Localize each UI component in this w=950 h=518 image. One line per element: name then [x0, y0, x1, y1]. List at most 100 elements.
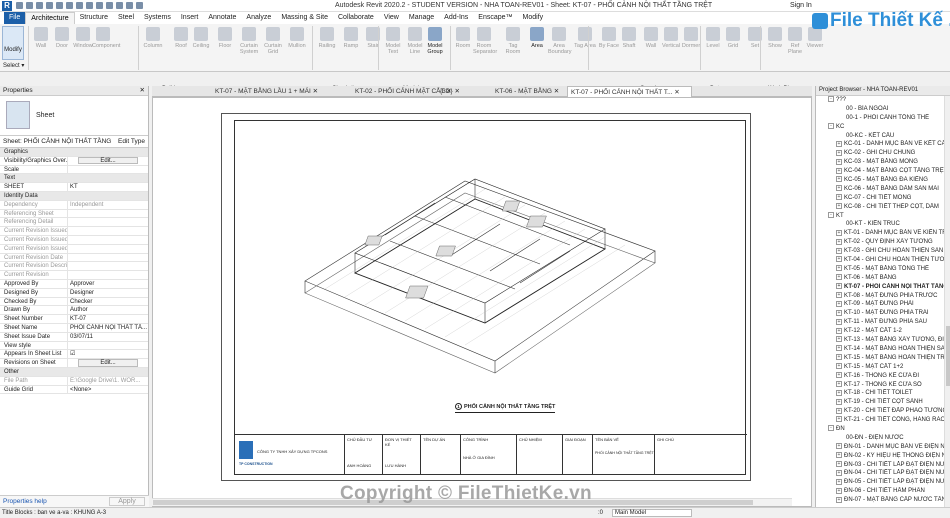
expand-icon[interactable]: +	[836, 274, 842, 281]
expand-icon[interactable]: +	[836, 416, 842, 423]
browser-item[interactable]: 00-KC - KẾT CẤU	[816, 132, 944, 141]
property-value[interactable]: Designer	[68, 289, 148, 297]
ribbon-tab-architecture[interactable]: Architecture	[25, 12, 75, 24]
ribbon-button-room[interactable]: Room	[452, 27, 474, 49]
property-value[interactable]: ☑	[68, 350, 148, 358]
expand-icon[interactable]: +	[836, 460, 842, 467]
browser-item[interactable]: - ĐN	[816, 425, 944, 434]
ribbon-button-roof[interactable]: Roof	[170, 27, 192, 49]
ribbon-button-ramp[interactable]: Ramp	[340, 27, 362, 49]
property-value[interactable]: Edit...	[68, 359, 148, 367]
close-icon[interactable]: ✕	[673, 89, 679, 96]
view-title[interactable]: 1 PHỐI CẢNH NỘI THẤT TẦNG TRỆT	[455, 403, 555, 413]
expand-icon[interactable]: +	[836, 140, 842, 147]
browser-item[interactable]: + KT-15 - MẶT CẮT 1+2	[816, 363, 944, 372]
measure-icon[interactable]	[66, 2, 73, 9]
ribbon-button-grid[interactable]: Grid	[722, 27, 744, 49]
property-row[interactable]: Referencing Sheet	[0, 209, 148, 219]
browser-item[interactable]: + KT-03 - GHI CHÚ HOÀN THIỆN SÀN	[816, 247, 944, 256]
expand-icon[interactable]: +	[836, 309, 842, 316]
ribbon-tab-modify[interactable]: Modify	[518, 12, 549, 24]
browser-item[interactable]: + KC-07 - CHI TIẾT MÓNG	[816, 194, 944, 203]
property-row[interactable]: Sheet Name PHỐI CẢNH NỘI THẤT TẦ...	[0, 323, 148, 333]
title-block[interactable]: TP CONSTRUCTION CÔNG TY TNHH XÂY DỰNG TP…	[235, 434, 747, 475]
property-row[interactable]: Current Revision Issued	[0, 227, 148, 236]
property-row[interactable]: Sheet Issue Date 03/07/11	[0, 332, 148, 342]
expand-icon[interactable]: +	[836, 194, 842, 201]
edit-button[interactable]: Edit...	[78, 156, 138, 165]
property-row[interactable]: Approved By Approver	[0, 279, 148, 289]
expand-icon[interactable]: +	[836, 354, 842, 361]
thin-lines-icon[interactable]	[106, 2, 113, 9]
ribbon-button-ref-plane[interactable]: Ref Plane	[784, 27, 806, 55]
property-value[interactable]	[68, 166, 148, 174]
browser-item[interactable]: + KT-13 - MẶT BẰNG XÂY TƯỜNG, ĐI	[816, 336, 944, 345]
open-icon[interactable]	[16, 2, 23, 9]
browser-item[interactable]: + ĐN-04 - CHI TIẾT LẮP ĐẶT ĐIỆN NƯỚC	[816, 469, 944, 478]
property-value[interactable]: <None>	[68, 386, 148, 394]
ribbon-tab-insert[interactable]: Insert	[176, 12, 204, 24]
ribbon-button-shaft[interactable]: Shaft	[618, 27, 640, 49]
browser-item[interactable]: + KT-04 - GHI CHÚ HOÀN THIỆN TƯỜNG	[816, 256, 944, 265]
ribbon-button-stair[interactable]: Stair	[362, 27, 384, 49]
property-row[interactable]: Scale	[0, 165, 148, 175]
property-row[interactable]: Referencing Detail	[0, 218, 148, 228]
browser-item[interactable]: - KC	[816, 123, 944, 132]
ribbon-tab-collaborate[interactable]: Collaborate	[333, 12, 379, 24]
close-hidden-icon[interactable]	[116, 2, 123, 9]
expand-icon[interactable]: +	[836, 265, 842, 272]
expand-icon[interactable]: +	[836, 149, 842, 156]
ribbon-tab-analyze[interactable]: Analyze	[241, 12, 276, 24]
expand-icon[interactable]: +	[836, 292, 842, 299]
scroll-thumb[interactable]	[946, 326, 950, 386]
property-value[interactable]	[68, 236, 148, 244]
ribbon-tab-view[interactable]: View	[379, 12, 404, 24]
properties-help-link[interactable]: Properties help	[3, 498, 47, 505]
browser-item[interactable]: + ĐN-05 - CHI TIẾT LẮP ĐẶT ĐIỆN NƯỚC	[816, 478, 944, 487]
expand-icon[interactable]: +	[836, 185, 842, 192]
expand-icon[interactable]: +	[836, 176, 842, 183]
ribbon-tab-steel[interactable]: Steel	[113, 12, 139, 24]
ribbon-button-curtain-system[interactable]: Curtain System	[238, 27, 260, 55]
ribbon-button-column[interactable]: Column	[142, 27, 164, 49]
property-row[interactable]: Drawn By Author	[0, 306, 148, 316]
expand-icon[interactable]: +	[836, 327, 842, 334]
ribbon-button-set[interactable]: Set	[744, 27, 766, 49]
browser-item[interactable]: + KT-02 - QUY ĐỊNH XÂY TƯỜNG	[816, 238, 944, 247]
property-value[interactable]: 03/07/11	[68, 333, 148, 341]
view-tab[interactable]: KT-06 - MẶT BẰNG ✕	[492, 86, 567, 97]
expand-icon[interactable]: +	[836, 452, 842, 459]
ribbon-tab-massing-site[interactable]: Massing & Site	[276, 12, 333, 24]
ribbon-tab-systems[interactable]: Systems	[139, 12, 176, 24]
browser-item[interactable]: 00 - BÌA NGOÀI	[816, 105, 944, 114]
expand-icon[interactable]: +	[836, 167, 842, 174]
expand-icon[interactable]: +	[836, 318, 842, 325]
property-group[interactable]: Identity Data	[0, 191, 148, 201]
browser-item[interactable]: + KT-08 - MẶT ĐỨNG PHÍA TRƯỚC	[816, 292, 944, 301]
expand-icon[interactable]: +	[836, 203, 842, 210]
property-row[interactable]: File Path E:\Google Drive\1. WOR...	[0, 376, 148, 386]
browser-item[interactable]: + KT-11 - MẶT ĐỨNG PHÍA SAU	[816, 318, 944, 327]
property-value[interactable]	[68, 342, 148, 350]
browser-item[interactable]: + KT-05 - MẶT BẰNG TỔNG THỂ	[816, 265, 944, 274]
undo-icon[interactable]	[36, 2, 43, 9]
expand-icon[interactable]: +	[836, 478, 842, 485]
expand-icon[interactable]: +	[836, 389, 842, 396]
property-row[interactable]: Designed By Designer	[0, 288, 148, 298]
property-value[interactable]: PHỐI CẢNH NỘI THẤT TẦ...	[68, 324, 148, 332]
save-icon[interactable]	[26, 2, 33, 9]
property-row[interactable]: Current Revision	[0, 271, 148, 280]
property-value[interactable]: Independent	[68, 201, 148, 209]
property-row[interactable]: Current Revision Date	[0, 253, 148, 263]
expand-icon[interactable]: +	[836, 407, 842, 414]
ribbon-button-area[interactable]: Area	[526, 27, 548, 49]
isometric-floor-plan[interactable]	[235, 121, 747, 436]
ribbon-button-component[interactable]: Component	[92, 27, 120, 49]
expand-icon[interactable]: +	[836, 238, 842, 245]
property-value[interactable]	[68, 245, 148, 253]
expand-icon[interactable]: +	[836, 380, 842, 387]
property-value[interactable]	[68, 227, 148, 235]
expand-icon[interactable]: +	[836, 345, 842, 352]
browser-item[interactable]: -???	[816, 96, 944, 105]
expand-icon[interactable]: +	[836, 363, 842, 370]
